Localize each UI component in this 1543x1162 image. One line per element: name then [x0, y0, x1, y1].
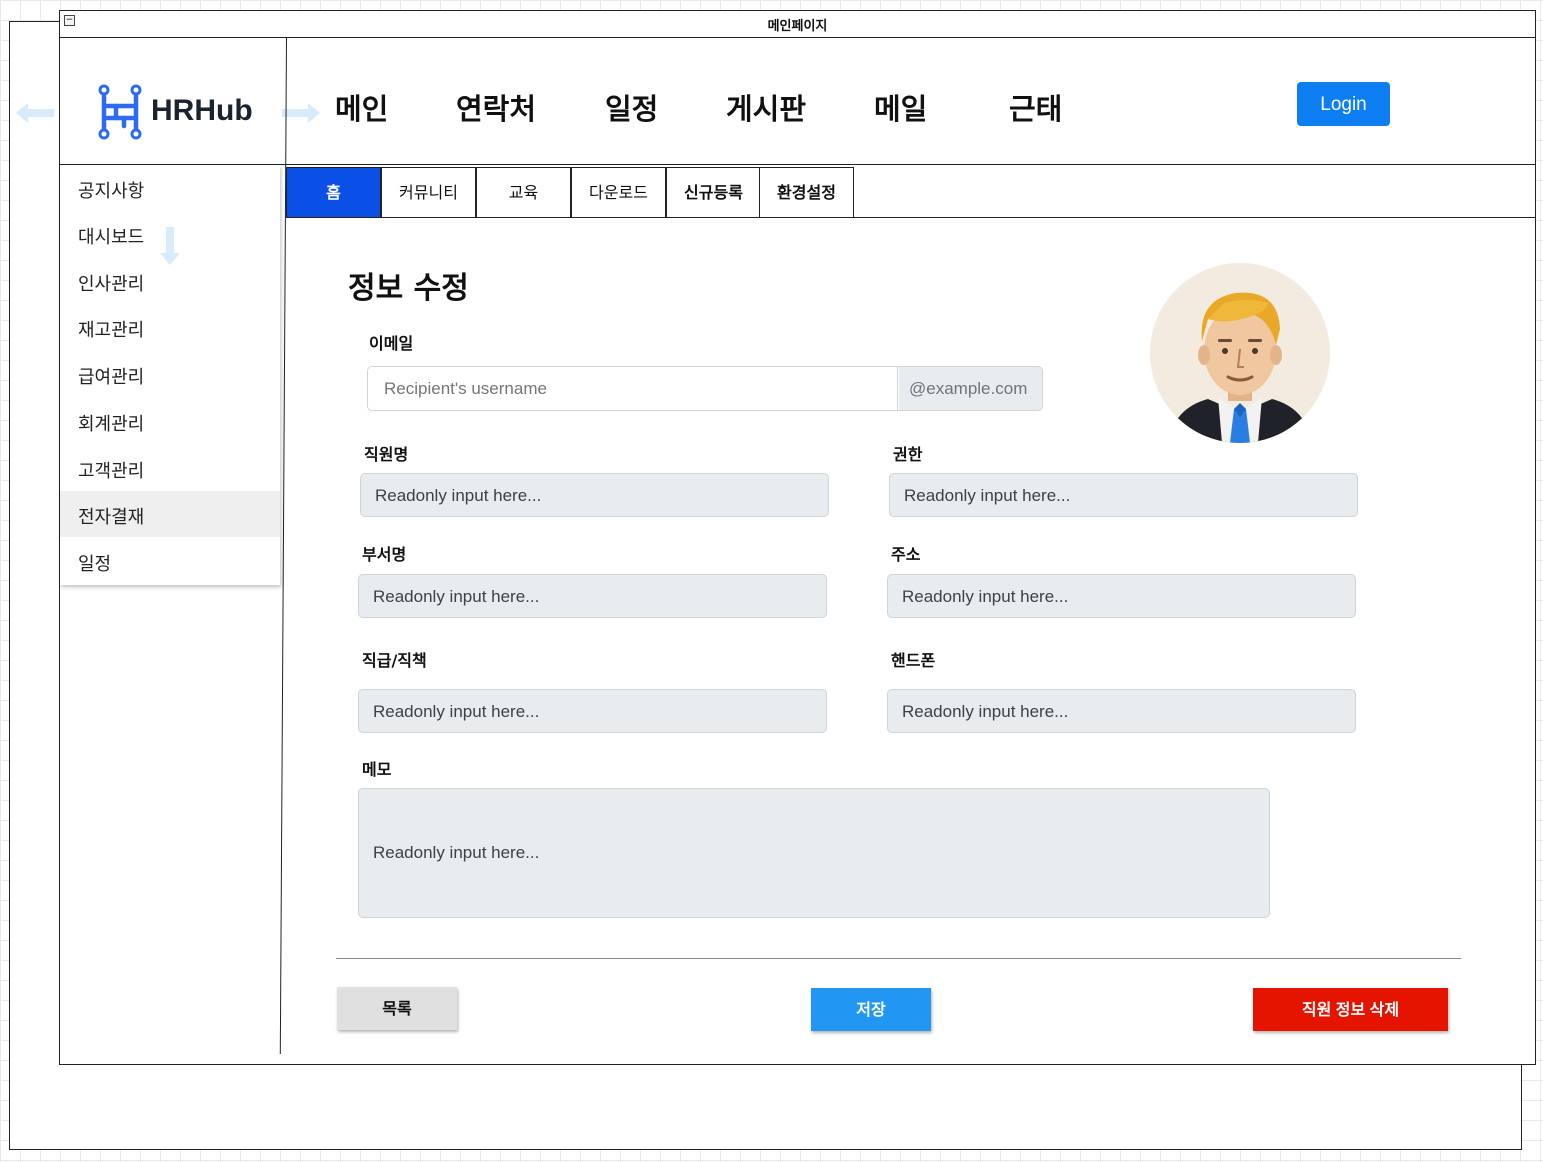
name-label: 직원명 [364, 445, 409, 464]
tab-new-registration[interactable]: 신규등록 [666, 167, 761, 218]
nav-contacts[interactable]: 연락처 [456, 86, 536, 128]
nav-board[interactable]: 게시판 [726, 86, 806, 128]
sidebar-item-schedule[interactable]: 일정 [60, 538, 280, 584]
tab-home[interactable]: 홈 [286, 167, 381, 218]
user-avatar-icon [1150, 263, 1330, 443]
nav-schedule[interactable]: 일정 [605, 86, 658, 128]
email-domain-addon: @example.com [899, 367, 1042, 410]
sidebar-item-label: 재고관리 [78, 320, 145, 341]
sidebar-item-inventory[interactable]: 재고관리 [60, 304, 280, 350]
brand-logo[interactable]: HRHub [60, 38, 286, 164]
window-titlebar: − 메인페이지 [60, 11, 1535, 38]
address-label: 주소 [891, 545, 921, 564]
arrow-right-icon [282, 103, 320, 123]
role-field[interactable]: Readonly input here... [889, 473, 1358, 517]
sidebar-item-label: 일정 [78, 554, 112, 575]
sidebar-item-payroll[interactable]: 급여관리 [60, 351, 280, 397]
phone-field[interactable]: Readonly input here... [887, 689, 1356, 733]
list-button[interactable]: 목록 [337, 987, 457, 1030]
tab-education[interactable]: 교육 [476, 167, 571, 218]
dept-field[interactable]: Readonly input here... [358, 574, 827, 618]
sidebar-item-approval[interactable]: 전자결재 [60, 491, 280, 537]
form-divider [336, 958, 1461, 959]
memo-field[interactable]: Readonly input here... [358, 788, 1270, 918]
email-label: 이메일 [369, 334, 414, 353]
sidebar-item-label: 공지사항 [78, 181, 145, 202]
window-title: 메인페이지 [767, 19, 828, 34]
sidebar-item-label: 회계관리 [78, 414, 145, 435]
nav-main[interactable]: 메인 [335, 86, 388, 128]
sidebar-item-label: 전자결재 [78, 507, 145, 528]
memo-label: 메모 [362, 760, 392, 779]
header-divider [60, 164, 1535, 165]
phone-label: 핸드폰 [891, 651, 936, 670]
email-input-group: @example.com [367, 366, 1043, 411]
sidebar-item-accounting[interactable]: 회계관리 [60, 398, 280, 444]
arrow-left-icon [16, 103, 54, 123]
delete-employee-button[interactable]: 직원 정보 삭제 [1253, 988, 1448, 1031]
position-label: 직급/직책 [362, 651, 427, 670]
sidebar-item-label: 급여관리 [78, 367, 145, 388]
position-field[interactable]: Readonly input here... [358, 689, 827, 733]
role-label: 권한 [893, 445, 923, 464]
nav-mail[interactable]: 메일 [874, 86, 927, 128]
sidebar-item-label: 고객관리 [78, 461, 145, 482]
sidebar-item-label: 인사관리 [78, 274, 145, 295]
dept-label: 부서명 [362, 545, 407, 564]
tab-community[interactable]: 커뮤니티 [381, 167, 476, 218]
sidebar-item-notice[interactable]: 공지사항 [60, 165, 280, 211]
main-window: − 메인페이지 HRHub 메인 연락처 일정 게시판 메일 근태 Login … [59, 10, 1536, 1065]
hrhub-logo-icon [98, 84, 142, 140]
save-button[interactable]: 저장 [811, 988, 931, 1031]
arrow-down-icon [160, 227, 180, 265]
tab-download[interactable]: 다운로드 [571, 167, 666, 218]
nav-attendance[interactable]: 근태 [1009, 86, 1062, 128]
sidebar-item-label: 대시보드 [78, 227, 145, 248]
name-field[interactable]: Readonly input here... [360, 473, 829, 517]
address-field[interactable]: Readonly input here... [887, 574, 1356, 618]
tab-settings[interactable]: 환경설정 [759, 167, 854, 218]
email-username-input[interactable] [368, 367, 898, 410]
sidebar-item-customers[interactable]: 고객관리 [60, 445, 280, 491]
page-title: 정보 수정 [348, 271, 469, 306]
brand-name: HRHub [151, 94, 253, 127]
login-button[interactable]: Login [1297, 82, 1390, 126]
